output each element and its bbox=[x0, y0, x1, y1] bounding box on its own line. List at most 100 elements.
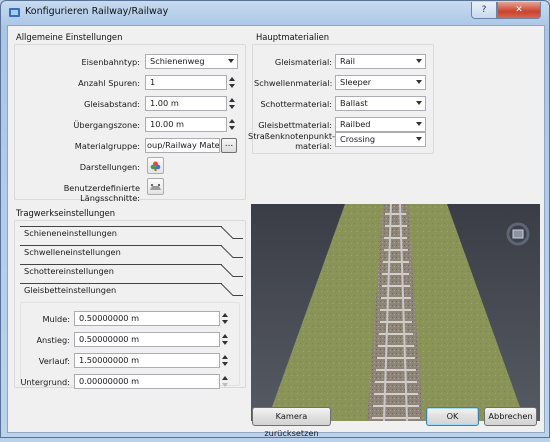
ballast-material-select[interactable]: Ballast bbox=[335, 96, 426, 111]
railbed-material-value: Railbed bbox=[340, 119, 371, 129]
general-heading: Allgemeine Einstellungen bbox=[16, 32, 123, 42]
dialog-window: Konfigurieren Railway/Railway ? ✕ Allgem… bbox=[0, 0, 550, 438]
rail-material-select[interactable]: Rail bbox=[335, 54, 426, 69]
arrow-up-icon[interactable] bbox=[222, 334, 228, 338]
crossing-material-value: Crossing bbox=[340, 134, 376, 144]
arrow-down-icon bbox=[222, 383, 228, 387]
untergrund-value: 0.00000000 m bbox=[79, 376, 140, 386]
section-sleeper-settings[interactable]: Schwelleneinstellungen bbox=[20, 245, 222, 258]
chevron-down-icon bbox=[416, 122, 422, 126]
chevron-down-icon bbox=[416, 59, 422, 63]
title-bar[interactable]: Konfigurieren Railway/Railway ? ✕ bbox=[1, 1, 549, 25]
arrow-down-icon[interactable] bbox=[222, 320, 228, 324]
untergrund-input[interactable]: 0.00000000 m bbox=[74, 374, 220, 389]
displays-label: Darstellungen: bbox=[79, 162, 140, 172]
ok-button[interactable]: OK bbox=[426, 407, 479, 426]
reset-camera-button[interactable]: Kamera zurücksetzen bbox=[252, 407, 331, 438]
crossing-label-line1: Straßenknotenpunkt- bbox=[248, 131, 336, 141]
anstieg-label: Anstieg: bbox=[36, 335, 70, 345]
custom-sections-label: Benutzerdefinierte Längsschnitte: bbox=[63, 183, 140, 203]
chevron-down-icon bbox=[416, 137, 422, 141]
help-button[interactable]: ? bbox=[471, 2, 497, 19]
verlauf-input[interactable]: 1.50000000 m bbox=[74, 353, 220, 368]
arrow-up-icon[interactable] bbox=[222, 313, 228, 317]
mulde-value: 0.50000000 m bbox=[79, 313, 140, 323]
verlauf-value: 1.50000000 m bbox=[79, 355, 140, 365]
tracks-value: 1 bbox=[150, 77, 156, 87]
transition-stepper[interactable] bbox=[228, 117, 237, 132]
transition-input[interactable]: 10.00 m bbox=[145, 117, 227, 132]
anstieg-value: 0.50000000 m bbox=[79, 334, 140, 344]
verlauf-stepper[interactable] bbox=[221, 353, 230, 368]
navigation-cube-icon[interactable] bbox=[506, 222, 530, 246]
profile-icon bbox=[150, 184, 161, 190]
custom-sections-button[interactable] bbox=[147, 178, 164, 195]
section-railbed-settings[interactable]: Gleisbetteinstellungen bbox=[20, 283, 222, 296]
window-title: Konfigurieren Railway/Railway bbox=[25, 6, 169, 17]
transition-value: 10.00 m bbox=[150, 119, 185, 129]
railbed-material-select[interactable]: Railbed bbox=[335, 117, 426, 132]
section-divider bbox=[221, 283, 243, 296]
arrow-up-icon[interactable] bbox=[229, 119, 235, 123]
palette-icon bbox=[150, 161, 161, 171]
arrow-down-icon[interactable] bbox=[229, 126, 235, 130]
chevron-down-icon bbox=[228, 59, 234, 63]
gauge-input[interactable]: 1.00 m bbox=[145, 96, 227, 111]
sleeper-material-select[interactable]: Sleeper bbox=[335, 75, 426, 90]
tracks-input[interactable]: 1 bbox=[145, 75, 227, 90]
track-type-label: Eisenbahntyp: bbox=[81, 57, 140, 67]
mulde-label: Mulde: bbox=[42, 314, 70, 324]
cancel-button[interactable]: Abbrechen bbox=[484, 407, 537, 426]
railbed-material-label: Gleisbettmaterial: bbox=[258, 120, 332, 130]
ballast-material-label: Schottermaterial: bbox=[260, 99, 332, 109]
arrow-up-icon[interactable] bbox=[229, 98, 235, 102]
arrow-up-icon[interactable] bbox=[229, 77, 235, 81]
mulde-input[interactable]: 0.50000000 m bbox=[74, 311, 220, 326]
sleeper-material-label: Schwellenmaterial: bbox=[254, 78, 333, 88]
arrow-down-icon[interactable] bbox=[222, 341, 228, 345]
structure-heading: Tragwerkseinstellungen bbox=[16, 208, 116, 218]
arrow-up-icon[interactable] bbox=[222, 376, 228, 380]
track-type-value: Schienenweg bbox=[150, 56, 205, 66]
arrow-up-icon[interactable] bbox=[222, 355, 228, 359]
section-ballast-settings[interactable]: Schottereinstellungen bbox=[20, 264, 222, 277]
section-rail-settings[interactable]: Schieneneinstellungen bbox=[20, 226, 222, 239]
arrow-down-icon[interactable] bbox=[222, 362, 228, 366]
app-icon bbox=[9, 8, 20, 17]
chevron-down-icon bbox=[416, 80, 422, 84]
mulde-stepper[interactable] bbox=[221, 311, 230, 326]
untergrund-stepper[interactable] bbox=[221, 374, 230, 389]
section-divider bbox=[221, 226, 243, 239]
displays-button[interactable] bbox=[147, 157, 164, 174]
dialog-client: Allgemeine Einstellungen Eisenbahntyp: S… bbox=[7, 25, 545, 438]
anstieg-stepper[interactable] bbox=[221, 332, 230, 347]
verlauf-label: Verlauf: bbox=[38, 356, 70, 366]
arrow-down-icon[interactable] bbox=[229, 84, 235, 88]
tracks-label: Anzahl Spuren: bbox=[78, 78, 140, 88]
close-button[interactable]: ✕ bbox=[497, 2, 541, 19]
ballast-material-value: Ballast bbox=[340, 98, 368, 108]
material-group-input[interactable]: oup/Railway Materials bbox=[145, 138, 220, 153]
arrow-down-icon[interactable] bbox=[229, 105, 235, 109]
tracks-stepper[interactable] bbox=[228, 75, 237, 90]
anstieg-input[interactable]: 0.50000000 m bbox=[74, 332, 220, 347]
gauge-label: Gleisabstand: bbox=[83, 99, 140, 109]
transition-label: Übergangszone: bbox=[73, 120, 140, 130]
crossing-material-select[interactable]: Crossing bbox=[335, 132, 426, 147]
sleeper-material-value: Sleeper bbox=[340, 77, 372, 87]
material-group-label: Materialgruppe: bbox=[74, 141, 140, 151]
browse-button[interactable]: ... bbox=[221, 138, 237, 153]
untergrund-label: Untergrund: bbox=[20, 377, 70, 387]
materials-heading: Hauptmaterialien bbox=[256, 32, 330, 42]
rail-material-value: Rail bbox=[340, 56, 356, 66]
gauge-stepper[interactable] bbox=[228, 96, 237, 111]
section-divider bbox=[221, 264, 243, 277]
crossing-label-line2: material: bbox=[295, 141, 332, 151]
track-preview-viewport[interactable] bbox=[251, 204, 540, 421]
chevron-down-icon bbox=[416, 101, 422, 105]
crossing-material-label: Straßenknotenpunkt- material: bbox=[248, 131, 336, 151]
track-type-select[interactable]: Schienenweg bbox=[145, 54, 238, 69]
section-divider bbox=[221, 245, 243, 258]
track-preview-scene bbox=[251, 204, 540, 421]
material-group-value: oup/Railway Materials bbox=[147, 140, 220, 150]
